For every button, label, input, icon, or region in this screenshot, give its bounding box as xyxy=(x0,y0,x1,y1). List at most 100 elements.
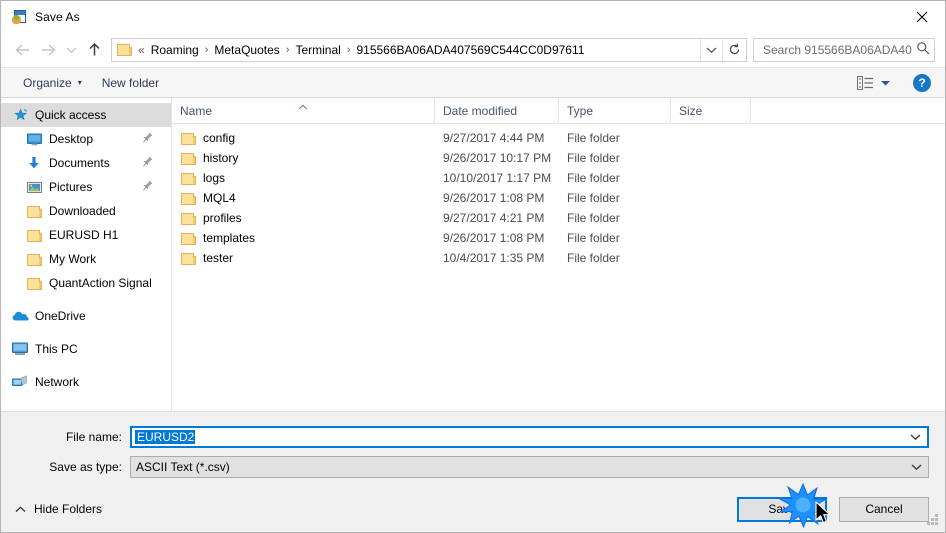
save-as-type-value: ASCII Text (*.csv) xyxy=(136,460,230,474)
save-as-type-row: Save as type: ASCII Text (*.csv) xyxy=(17,456,929,478)
column-header-label: Size xyxy=(679,103,703,118)
file-name-cell: config xyxy=(172,128,435,148)
breadcrumb-separator: › xyxy=(346,43,351,56)
recent-locations-button[interactable] xyxy=(61,37,81,63)
sidebar-item-network[interactable]: Network xyxy=(1,370,171,394)
file-type-cell: File folder xyxy=(567,211,620,225)
folder-icon xyxy=(25,251,43,267)
file-type-cell: File folder xyxy=(567,191,620,205)
sidebar-item-my-work[interactable]: My Work xyxy=(1,247,171,271)
folder-icon xyxy=(181,192,196,205)
sidebar-item-desktop[interactable]: Desktop xyxy=(1,127,171,151)
file-type-cell: File folder xyxy=(567,171,620,185)
table-row[interactable]: logs 10/10/2017 1:17 PM File folder xyxy=(172,168,945,188)
resize-grip-icon[interactable] xyxy=(927,514,941,528)
file-name-cell: history xyxy=(172,148,435,168)
pin-icon[interactable] xyxy=(143,132,153,146)
table-row[interactable]: MQL4 9/26/2017 1:08 PM File folder xyxy=(172,188,945,208)
breadcrumb-overflow[interactable]: « xyxy=(137,41,148,59)
sidebar-item-label: EURUSD H1 xyxy=(49,228,119,242)
table-row[interactable]: profiles 9/27/2017 4:21 PM File folder xyxy=(172,208,945,228)
column-header-type[interactable]: Type xyxy=(559,97,671,124)
pin-icon[interactable] xyxy=(143,180,153,194)
hide-folders-label: Hide Folders xyxy=(34,502,103,516)
sidebar-item-label: Pictures xyxy=(49,180,93,194)
table-row[interactable]: templates 9/26/2017 1:08 PM File folder xyxy=(172,228,945,248)
file-date-cell: 9/27/2017 4:21 PM xyxy=(443,211,545,225)
file-date-cell: 9/27/2017 4:44 PM xyxy=(443,131,545,145)
address-dropdown-button[interactable] xyxy=(700,38,722,61)
sidebar-item-documents[interactable]: Documents xyxy=(1,151,171,175)
arrow-right-icon xyxy=(41,43,56,56)
breadcrumb-item-roaming[interactable]: Roaming xyxy=(148,41,202,59)
network-icon xyxy=(11,374,29,390)
sidebar-item-this-pc[interactable]: This PC xyxy=(1,337,171,361)
save-as-type-dropdown-button[interactable] xyxy=(904,463,928,471)
sidebar-item-quick-access[interactable]: Quick access xyxy=(1,103,171,127)
up-button[interactable] xyxy=(81,37,107,63)
save-as-type-combobox[interactable]: ASCII Text (*.csv) xyxy=(130,456,929,478)
folder-icon xyxy=(181,132,196,145)
back-button[interactable] xyxy=(9,37,35,63)
file-size-cell xyxy=(671,208,751,228)
search-box[interactable] xyxy=(753,37,935,62)
sidebar-item-pictures[interactable]: Pictures xyxy=(1,175,171,199)
breadcrumb-item-terminal[interactable]: Terminal xyxy=(292,41,343,59)
breadcrumb-separator: › xyxy=(285,43,290,56)
table-row[interactable]: config 9/27/2017 4:44 PM File folder xyxy=(172,128,945,148)
table-row[interactable]: tester 10/4/2017 1:35 PM File folder xyxy=(172,248,945,268)
cancel-button[interactable]: Cancel xyxy=(839,496,929,522)
hide-folders-button[interactable]: Hide Folders xyxy=(15,502,102,516)
sidebar-item-onedrive[interactable]: OneDrive xyxy=(1,304,171,328)
new-folder-button[interactable]: New folder xyxy=(94,73,167,93)
file-size-cell xyxy=(671,248,751,268)
file-type-cell: File folder xyxy=(567,151,620,165)
save-button[interactable]: Save xyxy=(737,496,827,522)
folder-icon xyxy=(25,227,43,243)
file-name: templates xyxy=(203,231,256,245)
help-label: ? xyxy=(918,75,926,90)
chevron-down-icon: ▾ xyxy=(77,78,82,87)
file-date-cell: 9/26/2017 10:17 PM xyxy=(443,151,552,165)
sidebar-item-quantaction-signal[interactable]: QuantAction Signal xyxy=(1,271,171,295)
close-icon[interactable] xyxy=(899,1,945,32)
organize-button[interactable]: Organize ▾ xyxy=(15,73,90,93)
breadcrumb-item-guid[interactable]: 915566BA06ADA407569C544CC0D97611 xyxy=(353,41,587,59)
column-header-label: Date modified xyxy=(443,103,518,118)
breadcrumb-separator: › xyxy=(204,43,209,56)
navigation-pane: Quick access Desktop Documents Pictures … xyxy=(1,98,172,411)
file-size-cell xyxy=(671,168,751,188)
arrow-left-icon xyxy=(14,43,29,56)
folder-icon xyxy=(25,203,43,219)
breadcrumb-item-metaquotes[interactable]: MetaQuotes xyxy=(211,41,282,59)
file-name-dropdown-button[interactable] xyxy=(903,433,927,441)
column-header-name[interactable]: Name xyxy=(172,97,435,124)
this-pc-icon xyxy=(11,341,29,357)
column-header-size[interactable]: Size xyxy=(671,97,751,124)
file-name: config xyxy=(203,131,236,145)
desktop-icon xyxy=(25,131,43,147)
forward-button[interactable] xyxy=(35,37,61,63)
address-bar[interactable]: « Roaming › MetaQuotes › Terminal › 9155… xyxy=(111,37,747,62)
column-header-label: Name xyxy=(180,103,213,118)
view-options-icon xyxy=(857,75,873,90)
sort-ascending-icon xyxy=(298,99,308,113)
onedrive-cloud-icon xyxy=(11,308,29,324)
table-row[interactable]: history 9/26/2017 10:17 PM File folder xyxy=(172,148,945,168)
chevron-down-icon xyxy=(910,434,920,441)
change-view-button[interactable] xyxy=(853,73,895,93)
sidebar-item-eurusd-h1[interactable]: EURUSD H1 xyxy=(1,223,171,247)
sidebar-item-downloaded[interactable]: Downloaded xyxy=(1,199,171,223)
save-as-app-icon xyxy=(11,9,27,25)
file-name-field[interactable]: EURUSD2 xyxy=(130,426,929,448)
file-name-cell: tester xyxy=(172,248,435,268)
column-header-date-modified[interactable]: Date modified xyxy=(435,97,559,124)
breadcrumb: « Roaming › MetaQuotes › Terminal › 9155… xyxy=(137,41,700,59)
pin-icon[interactable] xyxy=(143,156,153,170)
cancel-button-label: Cancel xyxy=(865,502,903,516)
help-icon[interactable]: ? xyxy=(913,73,931,92)
search-input[interactable] xyxy=(761,41,914,58)
refresh-button[interactable] xyxy=(722,38,746,61)
sidebar-item-label: Quick access xyxy=(35,108,107,122)
chevron-down-icon xyxy=(66,47,76,53)
